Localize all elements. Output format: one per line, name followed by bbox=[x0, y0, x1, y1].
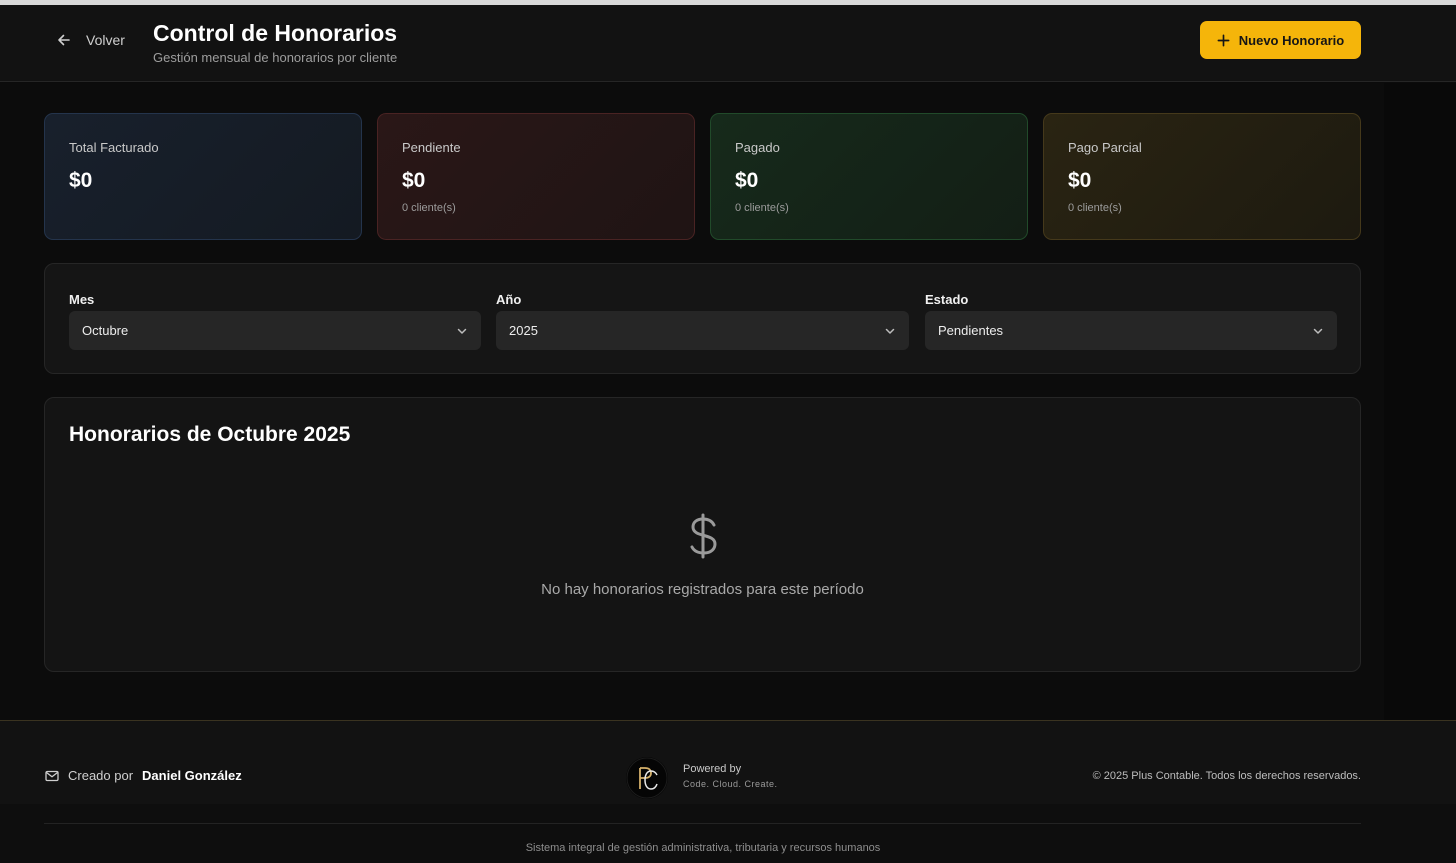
summary-card-partial: Pago Parcial $0 0 cliente(s) bbox=[1043, 113, 1361, 240]
page-title: Control de Honorarios bbox=[153, 20, 398, 46]
pc-logo bbox=[626, 757, 668, 799]
card-client-count: 0 cliente(s) bbox=[402, 202, 456, 214]
card-label: Total Facturado bbox=[69, 140, 159, 155]
powered-by: Powered by Code. Cloud. Create. bbox=[683, 763, 778, 789]
status-select[interactable]: Pendientes bbox=[925, 311, 1337, 350]
copyright-text: © 2025 Plus Contable. Todos los derechos… bbox=[1092, 770, 1361, 782]
month-filter-label: Mes bbox=[69, 292, 95, 307]
dollar-icon bbox=[690, 513, 717, 559]
back-button[interactable]: Volver bbox=[56, 30, 125, 50]
card-client-count: 0 cliente(s) bbox=[735, 202, 789, 214]
creator-name: Daniel González bbox=[142, 768, 242, 783]
system-tagline: Sistema integral de gestión administrati… bbox=[525, 842, 881, 854]
filters-panel: Mes Octubre Año 2025 Estado Pendientes bbox=[44, 263, 1361, 374]
page-right-edge bbox=[1384, 83, 1456, 720]
back-button-label: Volver bbox=[86, 32, 125, 48]
chevron-down-icon bbox=[885, 328, 895, 334]
card-amount: $0 bbox=[735, 169, 759, 192]
new-fee-button-label: Nuevo Honorario bbox=[1238, 32, 1345, 48]
powered-by-label: Powered by bbox=[683, 763, 742, 775]
month-filter: Mes Octubre bbox=[69, 292, 481, 350]
month-select-value: Octubre bbox=[82, 323, 129, 338]
year-filter-label: Año bbox=[496, 292, 522, 307]
footer-top: Creado por Daniel González Powered by Co… bbox=[0, 721, 1456, 804]
card-label: Pagado bbox=[735, 140, 780, 155]
summary-card-pending: Pendiente $0 0 cliente(s) bbox=[377, 113, 695, 240]
powered-by-tagline: Code. Cloud. Create. bbox=[683, 779, 778, 789]
card-amount: $0 bbox=[69, 169, 93, 192]
plus-icon bbox=[1217, 34, 1230, 46]
fees-list-panel: Honorarios de Octubre 2025 No hay honora… bbox=[44, 397, 1361, 672]
mail-icon bbox=[45, 770, 59, 781]
chevron-down-icon bbox=[457, 328, 467, 334]
page-header: Volver Control de Honorarios Gestión men… bbox=[0, 5, 1456, 82]
page-footer: Creado por Daniel González Powered by Co… bbox=[0, 720, 1456, 863]
creator-prefix: Creado por bbox=[68, 768, 134, 783]
list-title: Honorarios de Octubre 2025 bbox=[69, 423, 351, 446]
card-amount: $0 bbox=[1068, 169, 1092, 192]
arrow-left-icon bbox=[58, 34, 70, 46]
page-subtitle: Gestión mensual de honorarios por client… bbox=[153, 50, 398, 65]
main-content: Total Facturado $0 Pendiente $0 0 client… bbox=[0, 83, 1456, 720]
summary-card-paid: Pagado $0 0 cliente(s) bbox=[710, 113, 1028, 240]
footer-divider bbox=[44, 823, 1361, 824]
year-filter: Año 2025 bbox=[496, 292, 909, 350]
year-select[interactable]: 2025 bbox=[496, 311, 909, 350]
new-fee-button[interactable]: Nuevo Honorario bbox=[1200, 21, 1361, 59]
card-client-count: 0 cliente(s) bbox=[1068, 202, 1122, 214]
card-label: Pago Parcial bbox=[1068, 140, 1142, 155]
empty-state-message: No hay honorarios registrados para este … bbox=[541, 581, 864, 598]
creator-credit: Creado por Daniel González bbox=[45, 768, 242, 783]
status-select-value: Pendientes bbox=[938, 323, 1004, 338]
card-label: Pendiente bbox=[402, 140, 461, 155]
status-filter-label: Estado bbox=[925, 292, 969, 307]
card-amount: $0 bbox=[402, 169, 426, 192]
year-select-value: 2025 bbox=[509, 323, 538, 338]
title-block: Control de Honorarios Gestión mensual de… bbox=[153, 19, 397, 65]
status-filter: Estado Pendientes bbox=[925, 292, 1337, 350]
summary-card-total: Total Facturado $0 bbox=[44, 113, 362, 240]
chevron-down-icon bbox=[1313, 328, 1323, 334]
month-select[interactable]: Octubre bbox=[69, 311, 481, 350]
